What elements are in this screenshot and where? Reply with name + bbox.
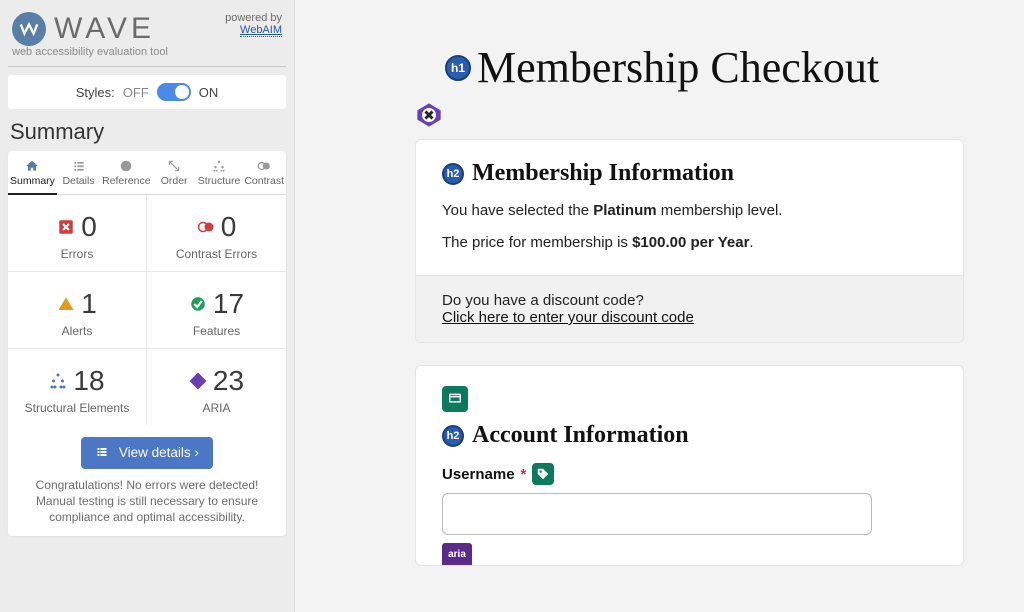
membership-heading: Membership Information bbox=[472, 160, 734, 187]
membership-line1: You have selected the Platinum membershi… bbox=[442, 199, 937, 223]
features-count: 17 bbox=[213, 288, 244, 320]
required-mark: * bbox=[521, 466, 527, 483]
fieldset-badge-icon bbox=[442, 386, 468, 412]
aria-label: ARIA bbox=[151, 401, 282, 415]
account-card: h2 Account Information Username * aria bbox=[415, 365, 964, 566]
wave-sidebar: WAVE powered by WebAIM web accessibility… bbox=[0, 0, 295, 612]
h1-row: h1 Membership Checkout bbox=[445, 42, 964, 93]
order-icon bbox=[166, 159, 182, 173]
username-label: Username bbox=[442, 466, 515, 483]
cell-features: 17 Features bbox=[147, 272, 286, 349]
styles-toggle-row: Styles: OFF ON bbox=[8, 75, 286, 109]
summary-heading: Summary bbox=[10, 119, 284, 145]
alerts-label: Alerts bbox=[12, 324, 142, 338]
styles-off-label: OFF bbox=[123, 85, 149, 100]
errors-label: Errors bbox=[12, 247, 142, 261]
contrast-errors-label: Contrast Errors bbox=[151, 247, 282, 261]
view-details-button[interactable]: View details › bbox=[81, 437, 213, 469]
tab-contrast[interactable]: Contrast bbox=[242, 151, 286, 195]
divider bbox=[8, 66, 286, 67]
tab-reference-label: Reference bbox=[102, 175, 150, 187]
summary-tabs: Summary Details Reference Order Structur… bbox=[8, 151, 286, 195]
membership-price: $100.00 per Year bbox=[632, 234, 749, 251]
tab-order[interactable]: Order bbox=[153, 151, 196, 195]
discount-strip: Do you have a discount code? Click here … bbox=[416, 275, 963, 342]
alerts-count: 1 bbox=[81, 288, 97, 320]
webaim-link[interactable]: WebAIM bbox=[240, 24, 282, 37]
summary-grid: 0 Errors 0 Contrast Errors 1 Alerts bbox=[8, 195, 286, 425]
alert-icon bbox=[57, 295, 75, 313]
home-icon bbox=[24, 159, 40, 173]
tab-structure[interactable]: Structure bbox=[196, 151, 243, 195]
tab-contrast-label: Contrast bbox=[244, 175, 284, 187]
wave-logo-icon bbox=[12, 12, 46, 46]
powered-by-label: powered by bbox=[225, 12, 282, 24]
feature-icon bbox=[189, 295, 207, 313]
cell-aria: 23 ARIA bbox=[147, 349, 286, 425]
noscript-badge-icon bbox=[415, 101, 443, 129]
discount-question: Do you have a discount code? bbox=[442, 292, 937, 309]
h2-badge-icon: h2 bbox=[442, 163, 464, 185]
congrats-text: Congratulations! No errors were detected… bbox=[8, 477, 286, 526]
contrast-errors-count: 0 bbox=[221, 211, 237, 243]
text: You have selected the bbox=[442, 202, 593, 219]
membership-card: h2 Membership Information You have selec… bbox=[415, 139, 964, 343]
membership-line2: The price for membership is $100.00 per … bbox=[442, 231, 937, 255]
h2-badge-icon: h2 bbox=[442, 425, 464, 447]
features-label: Features bbox=[151, 324, 282, 338]
text: membership level. bbox=[657, 202, 783, 219]
tab-details[interactable]: Details bbox=[57, 151, 100, 195]
structural-count: 18 bbox=[73, 365, 104, 397]
brand-subtitle: web accessibility evaluation tool bbox=[8, 46, 286, 58]
errors-count: 0 bbox=[81, 211, 97, 243]
list-icon bbox=[95, 446, 109, 461]
brand-row: WAVE powered by WebAIM bbox=[8, 8, 286, 48]
view-details-label: View details › bbox=[119, 445, 199, 460]
cell-structural: 18 Structural Elements bbox=[8, 349, 147, 425]
tab-summary-label: Summary bbox=[10, 175, 55, 187]
account-heading: Account Information bbox=[472, 422, 689, 449]
tab-structure-label: Structure bbox=[198, 175, 241, 187]
contrast-error-icon bbox=[197, 218, 215, 236]
membership-level: Platinum bbox=[593, 202, 656, 219]
error-icon bbox=[57, 218, 75, 236]
info-icon bbox=[118, 159, 134, 173]
tab-order-label: Order bbox=[161, 175, 188, 187]
text: The price for membership is bbox=[442, 234, 632, 251]
structural-icon bbox=[49, 372, 67, 390]
aria-icon bbox=[189, 372, 207, 390]
aria-badge-icon: aria bbox=[442, 543, 472, 565]
summary-panel: Summary Details Reference Order Structur… bbox=[8, 151, 286, 536]
structural-label: Structural Elements bbox=[12, 401, 142, 415]
tab-details-label: Details bbox=[62, 175, 94, 187]
cell-contrast-errors: 0 Contrast Errors bbox=[147, 195, 286, 272]
list-icon bbox=[71, 159, 87, 173]
styles-toggle[interactable] bbox=[157, 83, 191, 101]
aria-count: 23 bbox=[213, 365, 244, 397]
structure-icon bbox=[211, 159, 227, 173]
page-title: Membership Checkout bbox=[477, 42, 879, 93]
username-input[interactable] bbox=[442, 493, 872, 535]
page-main: h1 Membership Checkout h2 Membership Inf… bbox=[295, 0, 1024, 612]
contrast-icon bbox=[256, 159, 272, 173]
powered-by: powered by WebAIM bbox=[225, 12, 282, 36]
tab-summary[interactable]: Summary bbox=[8, 151, 57, 195]
h1-badge-icon: h1 bbox=[445, 55, 471, 81]
cell-errors: 0 Errors bbox=[8, 195, 147, 272]
cell-alerts: 1 Alerts bbox=[8, 272, 147, 349]
discount-code-link[interactable]: Click here to enter your discount code bbox=[442, 309, 694, 326]
label-badge-icon bbox=[532, 463, 554, 485]
text: . bbox=[749, 234, 753, 251]
brand-name: WAVE bbox=[54, 12, 155, 46]
styles-on-label: ON bbox=[199, 85, 219, 100]
username-label-row: Username * bbox=[442, 463, 937, 485]
styles-label: Styles: bbox=[76, 85, 115, 100]
tab-reference[interactable]: Reference bbox=[100, 151, 152, 195]
